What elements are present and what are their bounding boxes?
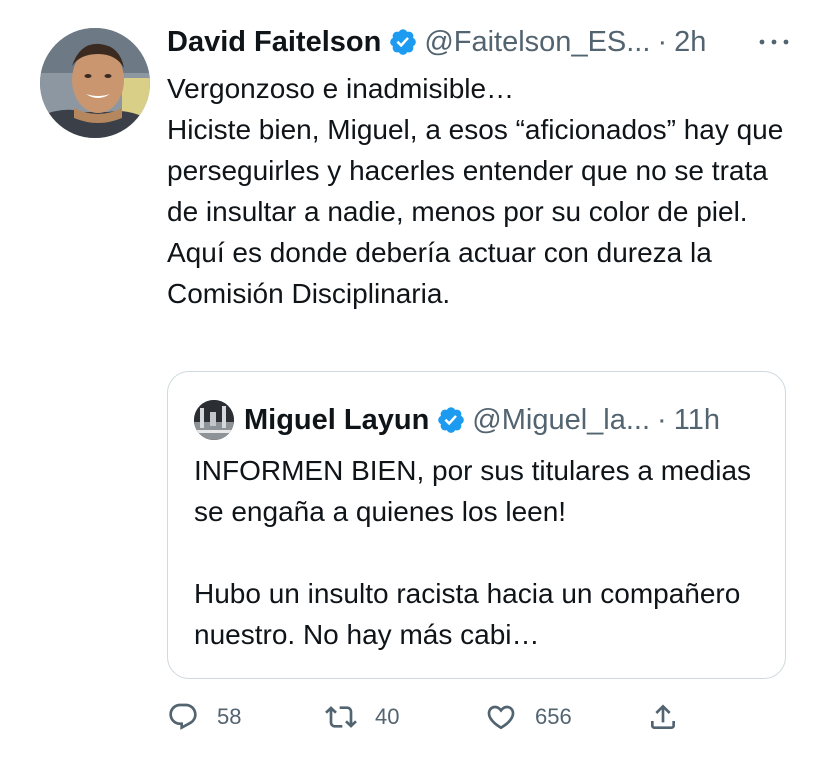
heart-icon — [487, 705, 515, 730]
action-bar: 58 40 656 — [167, 697, 687, 737]
quoted-tweet[interactable]: Miguel Layun @Miguel_la... · 11h INFORME… — [167, 371, 786, 679]
quoted-tweet-time[interactable]: 11h — [674, 404, 720, 437]
quoted-tweet-text: INFORMEN BIEN, por sus titulares a media… — [194, 455, 752, 650]
quoted-avatar-photo — [194, 400, 234, 440]
quoted-author-handle[interactable]: @Miguel_la... — [472, 404, 650, 437]
author-name[interactable]: David Faitelson — [167, 26, 381, 59]
tweet-time[interactable]: 2h — [674, 26, 706, 59]
retweet-icon — [325, 706, 357, 728]
tweet-header: David Faitelson @Faitelson_ES... · 2h — [167, 18, 797, 66]
quoted-author-name[interactable]: Miguel Layun — [244, 404, 429, 437]
quoted-tweet-header: Miguel Layun @Miguel_la... · 11h — [194, 396, 720, 444]
reply-button[interactable]: 58 — [167, 697, 241, 737]
reply-count: 58 — [217, 704, 242, 729]
verified-badge-icon — [390, 29, 417, 55]
share-icon — [651, 704, 675, 729]
separator-dot: · — [657, 25, 668, 58]
like-count: 656 — [535, 704, 572, 729]
retweet-button[interactable]: 40 — [325, 697, 399, 737]
reply-icon — [169, 703, 197, 730]
tweet-body: David Faitelson @Faitelson_ES... · 2h Ve… — [167, 18, 797, 314]
avatar-photo — [40, 28, 150, 138]
quoted-author-avatar — [194, 400, 234, 440]
tweet[interactable]: David Faitelson @Faitelson_ES... · 2h Ve… — [0, 0, 829, 760]
retweet-count: 40 — [375, 704, 400, 729]
like-button[interactable]: 656 — [485, 697, 572, 737]
author-handle[interactable]: @Faitelson_ES... — [424, 26, 650, 59]
tweet-text: Vergonzoso e inadmisible… Hiciste bien, … — [167, 73, 784, 309]
share-button[interactable] — [647, 697, 697, 737]
author-avatar[interactable] — [40, 28, 150, 138]
separator-dot: · — [657, 403, 667, 436]
verified-badge-icon — [438, 407, 465, 433]
more-dots-icon[interactable] — [754, 32, 794, 52]
